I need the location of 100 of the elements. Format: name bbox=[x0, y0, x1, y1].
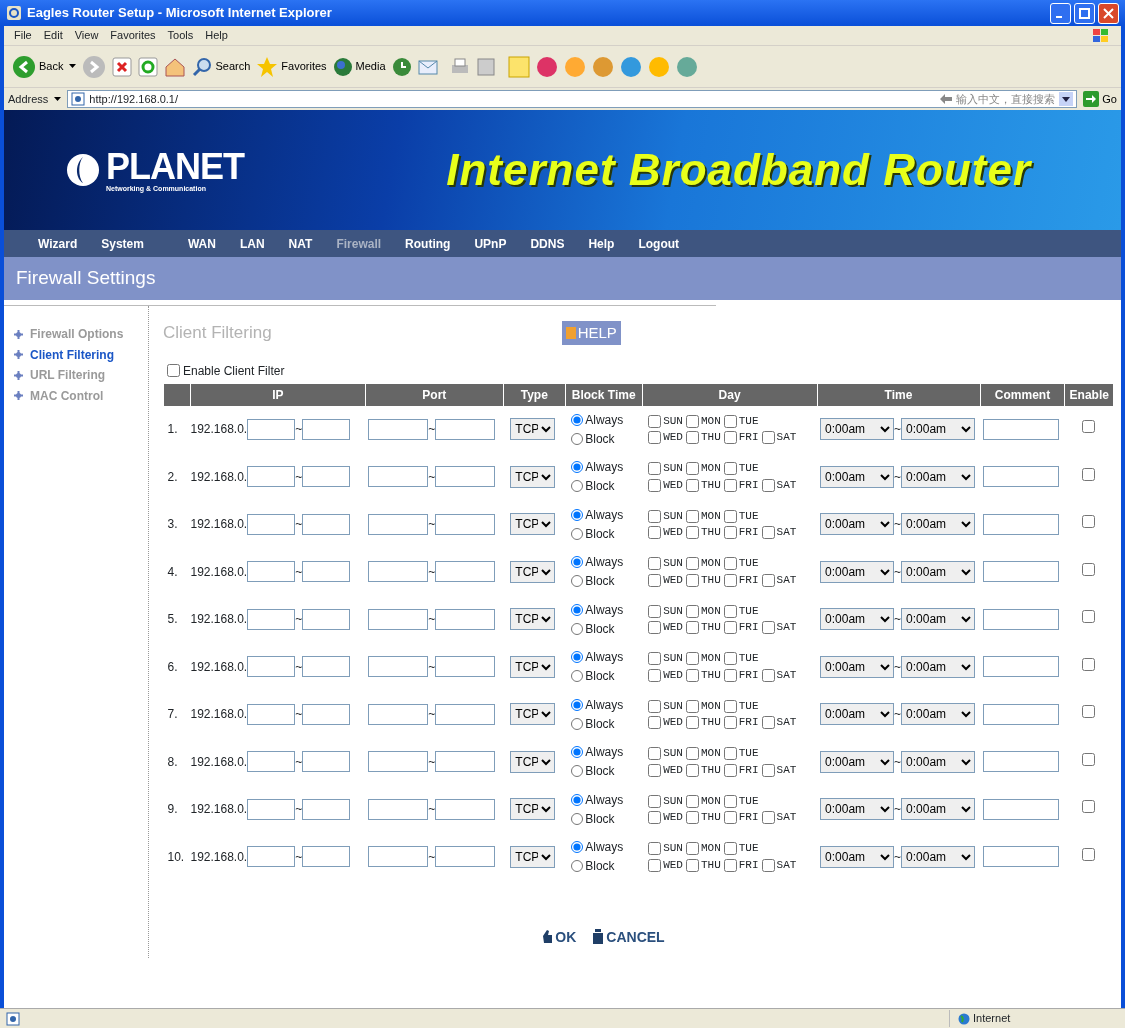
day-checkbox[interactable] bbox=[723, 668, 737, 682]
day-checkbox[interactable] bbox=[685, 621, 699, 634]
time-from-select[interactable]: 0:00am bbox=[820, 798, 895, 821]
block-time-radio[interactable] bbox=[571, 556, 584, 569]
type-select[interactable]: TCP bbox=[510, 465, 556, 488]
ip-start-field[interactable] bbox=[247, 846, 296, 868]
time-from-select[interactable]: 0:00am bbox=[820, 560, 895, 583]
close-button[interactable] bbox=[1098, 2, 1119, 24]
refresh-icon[interactable] bbox=[138, 56, 159, 77]
ip-start-field[interactable] bbox=[247, 608, 296, 630]
block-time-radio[interactable] bbox=[571, 841, 584, 854]
block-time-radio[interactable] bbox=[571, 717, 584, 730]
ip-end-field[interactable] bbox=[302, 418, 351, 440]
comment-field[interactable] bbox=[983, 846, 1059, 868]
day-checkbox[interactable] bbox=[648, 716, 662, 729]
type-select[interactable]: TCP bbox=[510, 418, 556, 441]
day-checkbox[interactable] bbox=[685, 747, 699, 760]
enable-checkbox[interactable] bbox=[1082, 515, 1096, 529]
go-button[interactable]: Go bbox=[1083, 90, 1117, 108]
nav-link[interactable]: Help bbox=[588, 234, 615, 253]
ip-start-field[interactable] bbox=[247, 466, 296, 488]
ip-end-field[interactable] bbox=[302, 513, 351, 535]
ip-start-field[interactable] bbox=[247, 703, 296, 725]
ip-start-field[interactable] bbox=[247, 798, 296, 820]
ip-end-field[interactable] bbox=[302, 846, 351, 868]
time-from-select[interactable]: 0:00am bbox=[820, 418, 895, 441]
port-end-field[interactable] bbox=[435, 751, 496, 773]
nav-link[interactable]: LAN bbox=[239, 234, 265, 253]
day-checkbox[interactable] bbox=[685, 811, 699, 824]
ip-end-field[interactable] bbox=[302, 703, 351, 725]
day-checkbox[interactable] bbox=[685, 858, 699, 872]
maximize-button[interactable] bbox=[1074, 2, 1095, 24]
enable-checkbox[interactable] bbox=[1082, 752, 1096, 766]
day-checkbox[interactable] bbox=[648, 557, 662, 570]
nav-link[interactable]: UPnP bbox=[474, 234, 507, 253]
time-from-select[interactable]: 0:00am bbox=[820, 750, 895, 773]
day-checkbox[interactable] bbox=[723, 478, 737, 492]
day-checkbox[interactable] bbox=[723, 811, 737, 824]
minimize-button[interactable] bbox=[1050, 2, 1071, 24]
search-button[interactable]: Search bbox=[192, 56, 251, 77]
day-checkbox[interactable] bbox=[723, 414, 737, 428]
time-to-select[interactable]: 0:00am bbox=[901, 750, 976, 773]
day-checkbox[interactable] bbox=[723, 794, 737, 808]
day-checkbox[interactable] bbox=[723, 652, 737, 665]
block-time-radio[interactable] bbox=[571, 765, 584, 778]
ip-start-field[interactable] bbox=[247, 656, 296, 678]
day-checkbox[interactable] bbox=[761, 478, 775, 492]
day-checkbox[interactable] bbox=[648, 811, 662, 824]
ip-start-field[interactable] bbox=[247, 751, 296, 773]
block-time-radio[interactable] bbox=[571, 575, 584, 588]
port-end-field[interactable] bbox=[435, 513, 496, 535]
nav-link[interactable]: Firewall bbox=[336, 234, 382, 253]
comment-field[interactable] bbox=[983, 751, 1059, 773]
port-end-field[interactable] bbox=[435, 656, 496, 678]
day-checkbox[interactable] bbox=[761, 858, 775, 872]
day-checkbox[interactable] bbox=[685, 716, 699, 729]
day-checkbox[interactable] bbox=[648, 858, 662, 872]
nav-link[interactable]: Wizard bbox=[38, 234, 78, 253]
day-checkbox[interactable] bbox=[648, 526, 662, 539]
sidebar-item[interactable]: Client Filtering bbox=[14, 344, 148, 365]
type-select[interactable]: TCP bbox=[510, 798, 556, 821]
port-start-field[interactable] bbox=[368, 418, 429, 440]
enable-checkbox[interactable] bbox=[1082, 847, 1096, 861]
ip-end-field[interactable] bbox=[302, 561, 351, 583]
time-to-select[interactable]: 0:00am bbox=[901, 465, 976, 488]
port-start-field[interactable] bbox=[368, 656, 429, 678]
comment-field[interactable] bbox=[983, 703, 1059, 725]
day-checkbox[interactable] bbox=[723, 716, 737, 729]
comment-field[interactable] bbox=[983, 656, 1059, 678]
day-checkbox[interactable] bbox=[723, 858, 737, 872]
port-start-field[interactable] bbox=[368, 751, 429, 773]
day-checkbox[interactable] bbox=[685, 842, 699, 855]
day-checkbox[interactable] bbox=[648, 747, 662, 760]
block-time-radio[interactable] bbox=[571, 508, 584, 521]
block-time-radio[interactable] bbox=[571, 793, 584, 806]
day-checkbox[interactable] bbox=[685, 478, 699, 492]
day-checkbox[interactable] bbox=[723, 747, 737, 760]
enable-checkbox[interactable] bbox=[1082, 657, 1096, 671]
day-checkbox[interactable] bbox=[685, 462, 699, 475]
block-time-radio[interactable] bbox=[571, 670, 584, 683]
block-time-radio[interactable] bbox=[571, 860, 584, 873]
day-checkbox[interactable] bbox=[648, 431, 662, 444]
type-select[interactable]: TCP bbox=[510, 655, 556, 678]
comment-field[interactable] bbox=[983, 418, 1059, 440]
day-checkbox[interactable] bbox=[648, 478, 662, 492]
nav-link[interactable]: WAN bbox=[187, 234, 216, 253]
day-checkbox[interactable] bbox=[685, 699, 699, 713]
day-checkbox[interactable] bbox=[723, 557, 737, 570]
cancel-button[interactable]: CANCEL bbox=[592, 926, 665, 948]
block-time-radio[interactable] bbox=[571, 603, 584, 616]
block-time-radio[interactable] bbox=[571, 413, 584, 426]
back-button[interactable]: Back bbox=[12, 54, 64, 79]
home-icon[interactable] bbox=[164, 56, 187, 77]
ip-end-field[interactable] bbox=[302, 656, 351, 678]
nav-link[interactable]: Routing bbox=[405, 234, 451, 253]
block-time-radio[interactable] bbox=[571, 812, 584, 825]
day-checkbox[interactable] bbox=[723, 509, 737, 523]
block-time-radio[interactable] bbox=[571, 480, 584, 493]
type-select[interactable]: TCP bbox=[510, 703, 556, 726]
menu-item[interactable]: Tools bbox=[167, 27, 194, 44]
